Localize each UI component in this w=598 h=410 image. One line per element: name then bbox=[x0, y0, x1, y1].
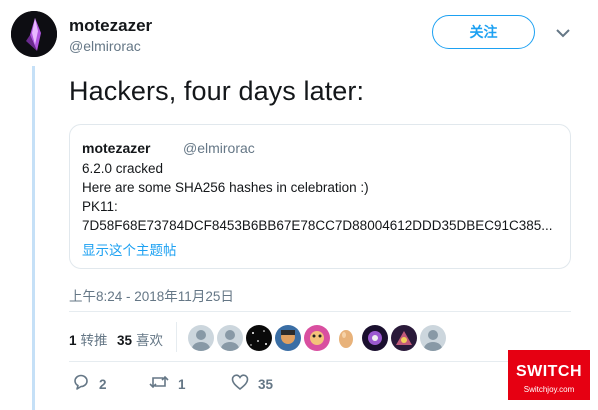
like-stat-label: 喜欢 bbox=[136, 333, 164, 348]
reply-button[interactable]: 2 bbox=[72, 373, 107, 395]
show-thread-link[interactable]: 显示这个主题帖 bbox=[82, 239, 177, 259]
tweet-timestamp[interactable]: 上午8:24 - 2018年11月25日 bbox=[69, 285, 234, 305]
liker-avatar[interactable] bbox=[217, 325, 243, 351]
liker-avatar[interactable] bbox=[391, 325, 417, 351]
like-count: 35 bbox=[258, 376, 274, 392]
liker-avatar[interactable] bbox=[333, 325, 359, 351]
author-handle[interactable]: @elmirorac bbox=[69, 38, 141, 54]
watermark-main-text: SWITCH bbox=[515, 363, 583, 380]
retweet-count: 1 bbox=[178, 376, 186, 392]
site-watermark-logo: SWITCH Switchjoy.com bbox=[508, 350, 590, 400]
divider bbox=[69, 361, 571, 362]
thread-connector-line bbox=[32, 66, 35, 410]
heart-icon bbox=[231, 373, 249, 396]
author-display-name[interactable]: motezazer bbox=[69, 16, 152, 36]
liker-avatar[interactable] bbox=[188, 325, 214, 351]
quoted-author-handle: @elmirorac bbox=[183, 140, 255, 156]
retweet-stat[interactable]: 1 转推 bbox=[69, 329, 108, 349]
reply-icon bbox=[72, 373, 90, 396]
retweet-button[interactable]: 1 bbox=[149, 373, 186, 395]
quoted-text-line: 7D58F68E73784DCF8453B6BB67E78CC7D8800461… bbox=[82, 218, 553, 233]
watermark-sub-text: Switchjoy.com bbox=[523, 385, 575, 394]
like-stat-count: 35 bbox=[117, 333, 133, 348]
like-stat[interactable]: 35 喜欢 bbox=[117, 329, 163, 349]
avatar[interactable] bbox=[11, 11, 57, 57]
liker-avatar[interactable] bbox=[304, 325, 330, 351]
retweet-stat-count: 1 bbox=[69, 333, 77, 348]
quoted-text-line: Here are some SHA256 hashes in celebrati… bbox=[82, 180, 369, 195]
like-button[interactable]: 35 bbox=[231, 373, 273, 395]
liker-avatar[interactable] bbox=[246, 325, 272, 351]
liker-avatar[interactable] bbox=[420, 325, 446, 351]
retweet-icon bbox=[149, 373, 169, 396]
stats-separator bbox=[176, 322, 177, 352]
reply-count: 2 bbox=[99, 376, 107, 392]
quoted-tweet-card[interactable]: motezazer @elmirorac 6.2.0 cracked Here … bbox=[69, 124, 571, 269]
quoted-author-name: motezazer bbox=[82, 140, 151, 156]
follow-button[interactable]: 关注 bbox=[432, 15, 535, 49]
quoted-text-line: PK11: bbox=[82, 199, 118, 214]
chevron-down-icon[interactable] bbox=[554, 24, 572, 42]
tweet-text: Hackers, four days later: bbox=[69, 76, 365, 106]
liker-avatar[interactable] bbox=[362, 325, 388, 351]
quoted-text-line: 6.2.0 cracked bbox=[82, 161, 164, 176]
divider bbox=[69, 311, 571, 312]
retweet-stat-label: 转推 bbox=[80, 333, 108, 348]
liker-avatar[interactable] bbox=[275, 325, 301, 351]
